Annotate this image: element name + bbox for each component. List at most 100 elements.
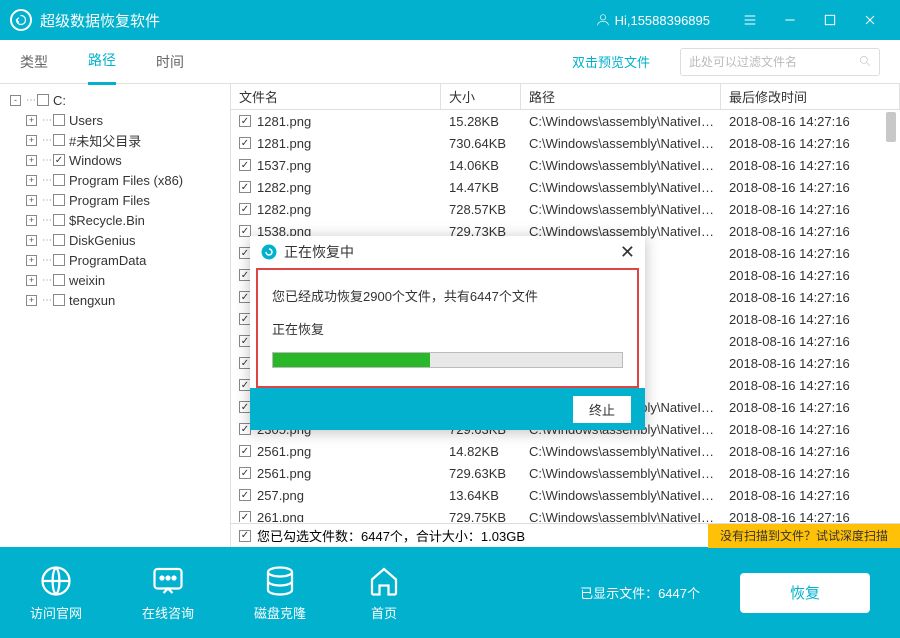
- home-button[interactable]: 首页: [366, 563, 402, 622]
- close-button[interactable]: [850, 0, 890, 40]
- maximize-button[interactable]: [810, 0, 850, 40]
- dialog-close-button[interactable]: ✕: [620, 242, 635, 263]
- file-time: 2018-08-16 14:27:16: [721, 136, 900, 151]
- tree-toggle[interactable]: +: [26, 275, 37, 286]
- tree-checkbox[interactable]: [53, 294, 65, 306]
- tree-checkbox[interactable]: [37, 94, 49, 106]
- tree-toggle[interactable]: +: [26, 115, 37, 126]
- tree-toggle[interactable]: +: [26, 155, 37, 166]
- tab-type[interactable]: 类型: [20, 40, 48, 84]
- table-row[interactable]: 257.png13.64KBC:\Windows\assembly\Native…: [231, 484, 900, 506]
- col-size[interactable]: 大小: [441, 84, 521, 109]
- tree-toggle[interactable]: +: [26, 215, 37, 226]
- tree-label: ProgramData: [69, 253, 146, 268]
- tab-path[interactable]: 路径: [88, 38, 116, 85]
- tree-checkbox[interactable]: [53, 194, 65, 206]
- stop-button[interactable]: 终止: [573, 396, 631, 423]
- tree-toggle[interactable]: +: [26, 135, 37, 146]
- file-name: 1281.png: [257, 136, 311, 151]
- tree-checkbox[interactable]: [53, 134, 65, 146]
- table-row[interactable]: 1537.png14.06KBC:\Windows\assembly\Nativ…: [231, 154, 900, 176]
- tree-node[interactable]: +⋯$Recycle.Bin: [4, 210, 226, 230]
- menu-button[interactable]: [730, 0, 770, 40]
- dialog-status-text: 正在恢复: [272, 319, 623, 338]
- tree-node[interactable]: +⋯tengxun: [4, 290, 226, 310]
- tree-checkbox[interactable]: [53, 214, 65, 226]
- minimize-button[interactable]: [770, 0, 810, 40]
- tree-toggle[interactable]: +: [26, 255, 37, 266]
- tab-time[interactable]: 时间: [156, 40, 184, 84]
- tree-toggle[interactable]: -: [10, 95, 21, 106]
- consult-button[interactable]: 在线咨询: [142, 563, 194, 622]
- file-time: 2018-08-16 14:27:16: [721, 444, 900, 459]
- clone-button[interactable]: 磁盘克隆: [254, 563, 306, 622]
- bottombar: 访问官网 在线咨询 磁盘克隆 首页 已显示文件：6447个 恢复: [0, 547, 900, 638]
- row-checkbox[interactable]: [239, 115, 251, 127]
- tree-checkbox[interactable]: [53, 254, 65, 266]
- tree-node[interactable]: +⋯weixin: [4, 270, 226, 290]
- row-checkbox[interactable]: [239, 467, 251, 479]
- tree-node[interactable]: +⋯Users: [4, 110, 226, 130]
- search-input[interactable]: [680, 48, 880, 76]
- scrollbar-thumb[interactable]: [886, 112, 896, 142]
- tree-checkbox[interactable]: [53, 114, 65, 126]
- table-row[interactable]: 2561.png729.63KBC:\Windows\assembly\Nati…: [231, 462, 900, 484]
- user-info[interactable]: Hi,15588396895: [595, 12, 710, 28]
- table-row[interactable]: 1281.png730.64KBC:\Windows\assembly\Nati…: [231, 132, 900, 154]
- file-name: 1537.png: [257, 158, 311, 173]
- file-time: 2018-08-16 14:27:16: [721, 180, 900, 195]
- table-row[interactable]: 261.png729.75KBC:\Windows\assembly\Nativ…: [231, 506, 900, 522]
- tree-toggle[interactable]: +: [26, 195, 37, 206]
- table-row[interactable]: 2561.png14.82KBC:\Windows\assembly\Nativ…: [231, 440, 900, 462]
- tree-label: Program Files (x86): [69, 173, 183, 188]
- file-size: 13.64KB: [441, 488, 521, 503]
- tree-checkbox[interactable]: [53, 234, 65, 246]
- file-name: 2561.png: [257, 444, 311, 459]
- file-name: 1281.png: [257, 114, 311, 129]
- file-time: 2018-08-16 14:27:16: [721, 290, 900, 305]
- col-path[interactable]: 路径: [521, 84, 721, 109]
- row-checkbox[interactable]: [239, 511, 251, 522]
- tree-node[interactable]: +⋯ProgramData: [4, 250, 226, 270]
- tree-toggle[interactable]: +: [26, 235, 37, 246]
- tree-toggle[interactable]: +: [26, 295, 37, 306]
- tree-label: Program Files: [69, 193, 150, 208]
- table-row[interactable]: 1282.png728.57KBC:\Windows\assembly\Nati…: [231, 198, 900, 220]
- file-path: C:\Windows\assembly\NativeIm...: [521, 202, 721, 217]
- file-size: 14.06KB: [441, 158, 521, 173]
- table-row[interactable]: 1281.png15.28KBC:\Windows\assembly\Nativ…: [231, 110, 900, 132]
- tree-node[interactable]: +⋯Program Files: [4, 190, 226, 210]
- col-time[interactable]: 最后修改时间: [721, 84, 900, 109]
- row-checkbox[interactable]: [239, 489, 251, 501]
- row-checkbox[interactable]: [239, 203, 251, 215]
- table-row[interactable]: 1282.png14.47KBC:\Windows\assembly\Nativ…: [231, 176, 900, 198]
- file-size: 729.75KB: [441, 510, 521, 523]
- tree-checkbox[interactable]: [53, 154, 65, 166]
- row-checkbox[interactable]: [239, 445, 251, 457]
- tree-checkbox[interactable]: [53, 274, 65, 286]
- scrollbar[interactable]: [886, 110, 898, 522]
- preview-hint: 双击预览文件: [572, 52, 650, 71]
- tree-toggle[interactable]: +: [26, 175, 37, 186]
- website-button[interactable]: 访问官网: [30, 563, 82, 622]
- tree-node[interactable]: +⋯DiskGenius: [4, 230, 226, 250]
- file-time: 2018-08-16 14:27:16: [721, 224, 900, 239]
- col-name[interactable]: 文件名: [231, 84, 441, 109]
- folder-tree[interactable]: -⋯C:+⋯Users+⋯#未知父目录+⋯Windows+⋯Program Fi…: [0, 84, 230, 547]
- row-checkbox[interactable]: [239, 159, 251, 171]
- recover-button[interactable]: 恢复: [740, 573, 870, 613]
- tree-label: Users: [69, 113, 103, 128]
- tree-node[interactable]: -⋯C:: [4, 90, 226, 110]
- recovery-dialog: 正在恢复中 ✕ 您已经成功恢复2900个文件，共有6447个文件 正在恢复 终止: [250, 236, 645, 430]
- deep-scan-button[interactable]: 没有扫描到文件？试试深度扫描: [708, 524, 900, 548]
- status-text: 已显示文件：6447个: [580, 583, 700, 602]
- tree-checkbox[interactable]: [53, 174, 65, 186]
- row-checkbox[interactable]: [239, 181, 251, 193]
- tree-node[interactable]: +⋯#未知父目录: [4, 130, 226, 150]
- file-name: 1282.png: [257, 202, 311, 217]
- row-checkbox[interactable]: [239, 137, 251, 149]
- tree-node[interactable]: +⋯Program Files (x86): [4, 170, 226, 190]
- file-time: 2018-08-16 14:27:16: [721, 114, 900, 129]
- tree-node[interactable]: +⋯Windows: [4, 150, 226, 170]
- select-all-checkbox[interactable]: [239, 530, 251, 542]
